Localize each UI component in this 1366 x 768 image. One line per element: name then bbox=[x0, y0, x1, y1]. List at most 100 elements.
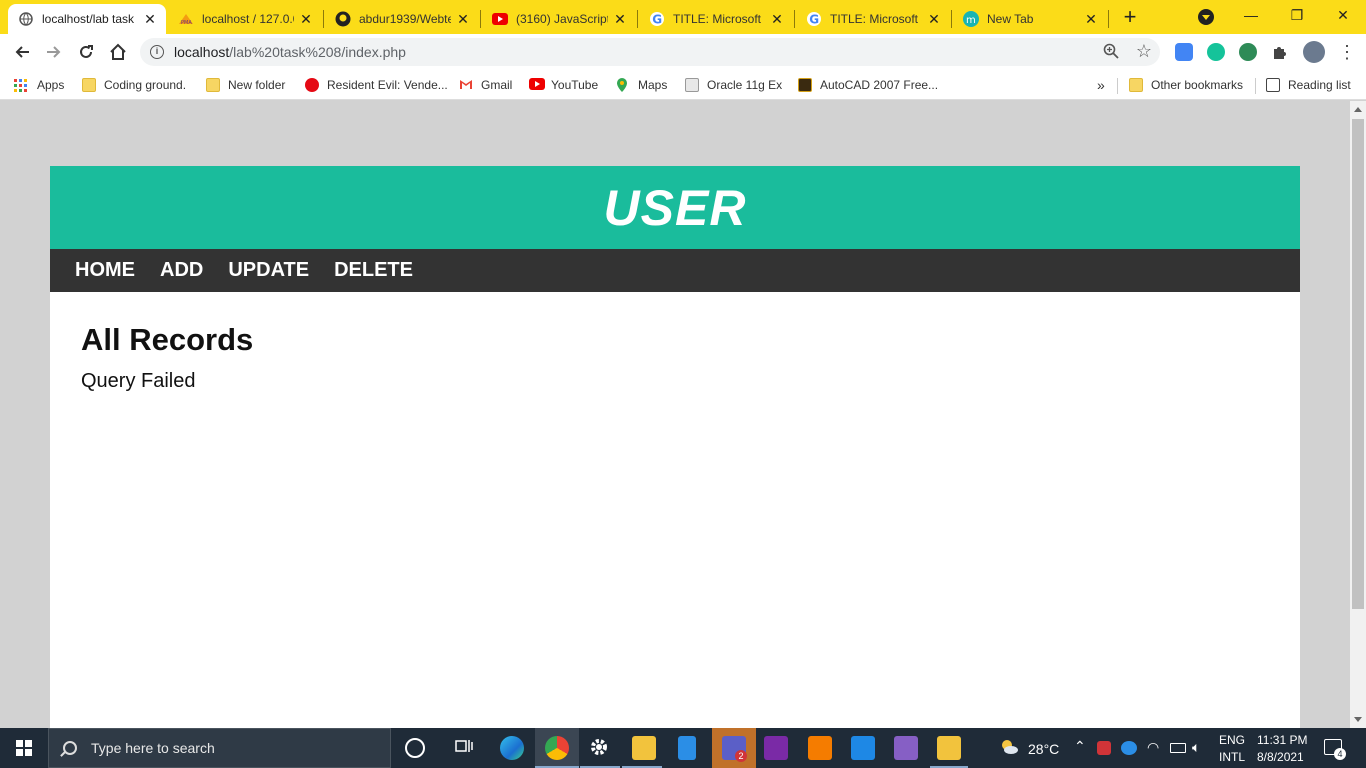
bookmark-oracle[interactable]: Oracle 11g Ex bbox=[685, 76, 782, 94]
globe-icon bbox=[18, 11, 34, 27]
cortana-icon[interactable] bbox=[405, 738, 425, 758]
pdf-app-icon[interactable] bbox=[764, 736, 788, 760]
reading-list-button[interactable]: Reading list bbox=[1266, 76, 1351, 94]
folder-icon bbox=[1129, 78, 1143, 92]
wifi-icon[interactable]: ◠ bbox=[1147, 739, 1159, 756]
close-icon[interactable]: ✕ bbox=[769, 11, 785, 27]
close-icon[interactable]: ✕ bbox=[1083, 11, 1099, 27]
windows-taskbar: Type here to search 2 28°C ⌃ ◠ 🔈︎ ENG IN… bbox=[0, 728, 1366, 768]
google-icon: G bbox=[806, 11, 822, 27]
tab-github[interactable]: abdur1939/Webtech ✕ bbox=[325, 4, 479, 34]
tab-phpmyadmin[interactable]: PMA localhost / 127.0.0.1 ✕ bbox=[168, 4, 322, 34]
close-icon[interactable]: ✕ bbox=[142, 11, 158, 27]
browser-toolbar: i localhost/lab%20task%208/index.php ☆ ⋮ bbox=[0, 34, 1366, 70]
bookmark-star-icon[interactable]: ☆ bbox=[1136, 41, 1152, 62]
notification-count: 4 bbox=[1334, 748, 1346, 760]
google-translate-icon[interactable] bbox=[1175, 43, 1193, 61]
tab-separator bbox=[480, 10, 481, 28]
file-explorer-icon[interactable] bbox=[632, 736, 656, 760]
visual-studio-icon[interactable] bbox=[894, 736, 918, 760]
avatar[interactable] bbox=[1303, 41, 1325, 63]
tray-overflow-icon[interactable]: ⌃ bbox=[1074, 738, 1086, 755]
bookmark-label: YouTube bbox=[551, 78, 599, 92]
minimize-button[interactable]: — bbox=[1228, 0, 1274, 30]
address-bar[interactable]: i localhost/lab%20task%208/index.php ☆ bbox=[140, 38, 1160, 66]
chrome-icon[interactable] bbox=[545, 736, 569, 760]
settings-gear-icon[interactable] bbox=[588, 736, 612, 760]
bookmark-label: Other bookmarks bbox=[1151, 78, 1244, 92]
weather-temp[interactable]: 28°C bbox=[1028, 741, 1059, 757]
bookmark-other[interactable]: Other bookmarks bbox=[1129, 76, 1243, 94]
tab-separator bbox=[951, 10, 952, 28]
bookmark-label: Maps bbox=[638, 78, 668, 92]
nav-home-link[interactable]: HOME bbox=[75, 259, 135, 282]
start-button[interactable] bbox=[0, 728, 48, 768]
scroll-down-arrow-icon[interactable] bbox=[1354, 717, 1362, 722]
youtube-icon bbox=[529, 78, 545, 92]
tab-search-icon[interactable] bbox=[1198, 9, 1214, 25]
tab-youtube-javascript[interactable]: (3160) JavaScript ✕ bbox=[482, 4, 636, 34]
image-editor-icon[interactable] bbox=[937, 736, 961, 760]
main-content: All Records Query Failed bbox=[50, 292, 1300, 423]
site-nav: HOME ADD UPDATE DELETE bbox=[50, 249, 1300, 292]
clock-date[interactable]: 8/8/2021 bbox=[1257, 750, 1304, 764]
bookmarks-overflow-button[interactable]: » bbox=[1097, 76, 1105, 94]
tab-google-sql-1[interactable]: G TITLE: Microsoft SQL ✕ bbox=[639, 4, 793, 34]
scroll-thumb[interactable] bbox=[1352, 119, 1364, 609]
bookmark-youtube[interactable]: YouTube bbox=[529, 76, 598, 94]
reload-icon bbox=[80, 45, 93, 58]
puzzle-icon[interactable] bbox=[1271, 43, 1289, 61]
bookmark-maps[interactable]: Maps bbox=[616, 76, 667, 94]
volume-icon[interactable]: 🔈︎ bbox=[1192, 739, 1200, 756]
menu-icon[interactable]: ⋮ bbox=[1338, 42, 1356, 62]
autocad-icon bbox=[798, 78, 812, 92]
notepad-icon[interactable] bbox=[678, 736, 696, 760]
extension-globe-icon[interactable] bbox=[1239, 43, 1257, 61]
close-icon[interactable]: ✕ bbox=[926, 11, 942, 27]
tab-localhost-lab[interactable]: localhost/lab task 8 ✕ bbox=[8, 4, 166, 34]
xampp-icon[interactable] bbox=[808, 736, 832, 760]
nav-update-link[interactable]: UPDATE bbox=[228, 259, 309, 282]
close-icon[interactable]: ✕ bbox=[612, 11, 628, 27]
vertical-scrollbar[interactable] bbox=[1350, 101, 1366, 728]
bookmark-new-folder[interactable]: New folder bbox=[206, 76, 285, 94]
tray-app-icon[interactable] bbox=[1097, 741, 1111, 755]
taskbar-search-box[interactable]: Type here to search bbox=[48, 728, 391, 768]
grammarly-icon[interactable] bbox=[1207, 43, 1225, 61]
video-editor-icon[interactable] bbox=[851, 736, 875, 760]
bookmark-autocad[interactable]: AutoCAD 2007 Free... bbox=[798, 76, 938, 94]
scroll-up-arrow-icon[interactable] bbox=[1354, 107, 1362, 112]
close-icon[interactable]: ✕ bbox=[455, 11, 471, 27]
bookmark-label: Coding ground. bbox=[104, 78, 187, 92]
zoom-icon[interactable] bbox=[1102, 43, 1120, 61]
battery-icon[interactable] bbox=[1170, 743, 1186, 753]
close-window-button[interactable]: ✕ bbox=[1320, 0, 1366, 30]
language-bottom[interactable]: INTL bbox=[1219, 750, 1245, 764]
close-icon[interactable]: ✕ bbox=[298, 11, 314, 27]
bookmark-apps[interactable]: Apps bbox=[14, 76, 64, 94]
back-button[interactable] bbox=[8, 38, 36, 66]
task-view-icon[interactable] bbox=[454, 736, 478, 760]
clock-time[interactable]: 11:31 PM bbox=[1257, 733, 1307, 747]
reload-button[interactable] bbox=[72, 38, 100, 66]
tab-google-sql-2[interactable]: G TITLE: Microsoft SQL ✕ bbox=[796, 4, 950, 34]
language-top[interactable]: ENG bbox=[1219, 733, 1245, 747]
tab-title: TITLE: Microsoft SQL bbox=[673, 12, 765, 26]
bookmark-gmail[interactable]: Gmail bbox=[459, 76, 512, 94]
tab-new-tab[interactable]: m New Tab ✕ bbox=[953, 4, 1107, 34]
bookmark-coding-ground[interactable]: Coding ground. bbox=[82, 76, 186, 94]
youtube-icon bbox=[492, 11, 508, 27]
onedrive-icon[interactable] bbox=[1121, 741, 1137, 755]
nav-add-link[interactable]: ADD bbox=[160, 259, 203, 282]
tab-title: TITLE: Microsoft SQL bbox=[830, 12, 922, 26]
bookmark-resident-evil[interactable]: Resident Evil: Vende... bbox=[305, 76, 448, 94]
edge-icon[interactable] bbox=[500, 736, 524, 760]
new-tab-button[interactable]: + bbox=[1118, 6, 1142, 30]
weather-icon[interactable] bbox=[998, 736, 1022, 760]
info-icon[interactable]: i bbox=[150, 45, 164, 59]
home-button[interactable] bbox=[104, 38, 132, 66]
forward-button[interactable] bbox=[40, 38, 68, 66]
nav-delete-link[interactable]: DELETE bbox=[334, 259, 413, 282]
url-text[interactable]: localhost/lab%20task%208/index.php bbox=[174, 44, 406, 60]
restore-button[interactable]: ❐ bbox=[1274, 0, 1320, 30]
